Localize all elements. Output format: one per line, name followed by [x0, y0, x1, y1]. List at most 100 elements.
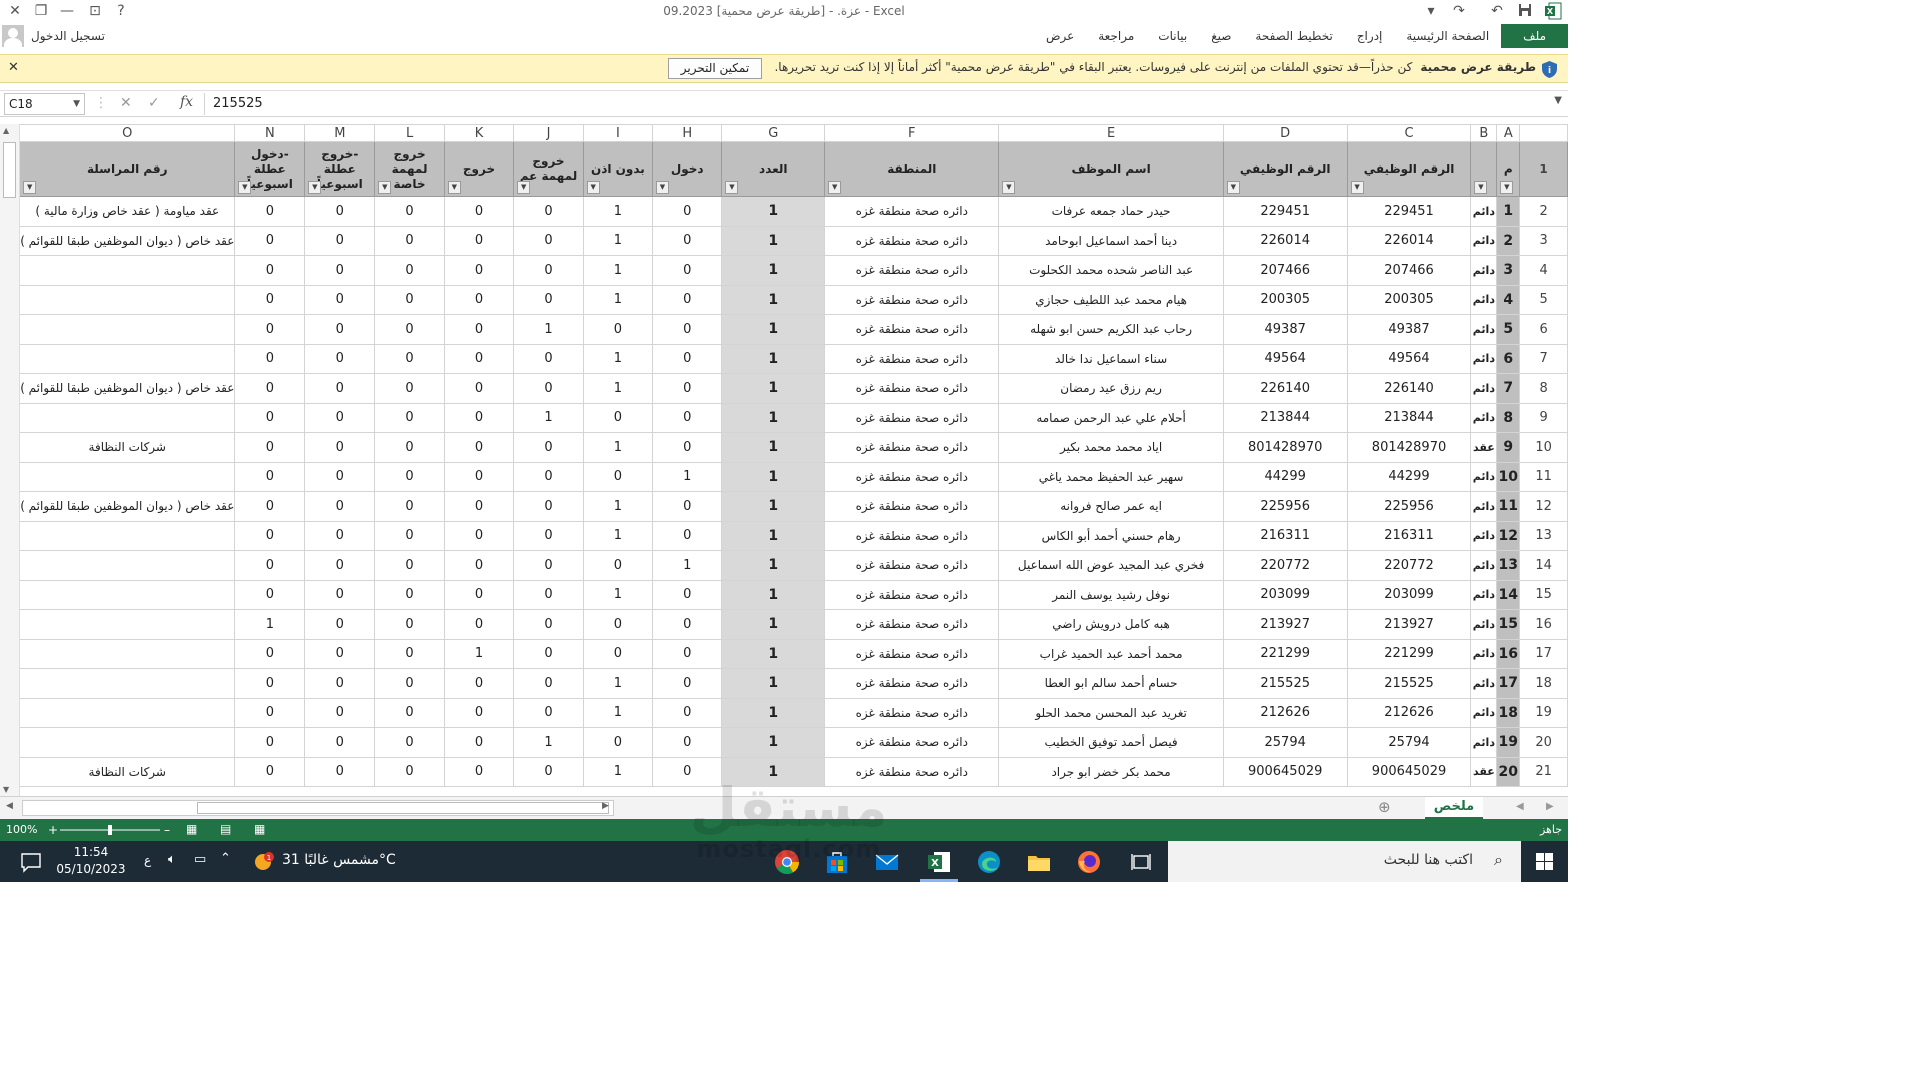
- filter-dropdown-icon[interactable]: ▼: [308, 181, 322, 194]
- cell-c[interactable]: 203099: [1346, 579, 1472, 610]
- row-number[interactable]: 20: [1519, 727, 1568, 758]
- filter-dropdown-icon[interactable]: ▼: [238, 181, 252, 194]
- cell-e[interactable]: حيدر حماد جمعه عرفات: [998, 196, 1224, 227]
- help-icon[interactable]: ?: [112, 3, 130, 19]
- cell-o[interactable]: [19, 284, 236, 315]
- row-number[interactable]: 4: [1519, 255, 1568, 286]
- cell-l[interactable]: 0: [374, 343, 445, 374]
- cell-e[interactable]: رهام حسني أحمد أبو الكاس: [998, 520, 1224, 551]
- cell-o[interactable]: عقد خاص ( ديوان الموظفين طبقا للقوائم ): [19, 225, 236, 256]
- cell-i[interactable]: 1: [582, 579, 654, 610]
- zoom-slider[interactable]: + –: [46, 823, 174, 837]
- cell-b[interactable]: عقد: [1470, 432, 1498, 463]
- cell-m[interactable]: 0: [304, 432, 376, 463]
- cell-o[interactable]: [19, 461, 236, 492]
- cell-g[interactable]: 1: [721, 756, 826, 787]
- row-number[interactable]: 9: [1519, 402, 1568, 433]
- row-number[interactable]: 14: [1519, 550, 1568, 581]
- cell-f[interactable]: دائره صحة منطقة غزه: [824, 402, 1000, 433]
- cell-i[interactable]: 0: [582, 609, 654, 640]
- cell-j[interactable]: 0: [513, 579, 584, 610]
- cell-d[interactable]: 213927: [1222, 609, 1348, 640]
- cell-l[interactable]: 0: [374, 609, 445, 640]
- cell-e[interactable]: فخري عبد المجيد عوض الله اسماعيل: [998, 550, 1224, 581]
- cell-b[interactable]: دائم: [1470, 697, 1498, 728]
- cell-a[interactable]: 10: [1496, 461, 1521, 492]
- cell-h[interactable]: 0: [651, 756, 723, 787]
- cell-h[interactable]: 0: [651, 196, 723, 227]
- cell-c[interactable]: 49564: [1346, 343, 1472, 374]
- cell-c[interactable]: 212626: [1346, 697, 1472, 728]
- header-cell-i[interactable]: بدون اذن ▼: [582, 141, 654, 197]
- cancel-icon[interactable]: ✕: [120, 95, 132, 111]
- cell-l[interactable]: 0: [374, 550, 445, 581]
- cell-g[interactable]: 1: [721, 255, 826, 286]
- tab-review[interactable]: مراجعة: [1086, 24, 1146, 48]
- file-explorer-icon[interactable]: [1026, 849, 1052, 875]
- scroll-down-icon[interactable]: ▼: [3, 785, 9, 794]
- cell-e[interactable]: عبد الناصر شحده محمد الكحلوت: [998, 255, 1224, 286]
- expand-formula-icon[interactable]: ▼: [1554, 95, 1562, 106]
- cell-g[interactable]: 1: [721, 727, 826, 758]
- cell-n[interactable]: 0: [234, 196, 306, 227]
- cell-b[interactable]: دائم: [1470, 225, 1498, 256]
- cell-d[interactable]: 212626: [1222, 697, 1348, 728]
- row-number[interactable]: 1: [1519, 141, 1568, 197]
- cell-l[interactable]: 0: [374, 196, 445, 227]
- cell-g[interactable]: 1: [721, 343, 826, 374]
- cell-m[interactable]: 0: [304, 284, 376, 315]
- cell-g[interactable]: 1: [721, 432, 826, 463]
- column-header-o[interactable]: O: [19, 124, 236, 142]
- column-header-a[interactable]: A: [1496, 124, 1521, 142]
- tab-data[interactable]: بيانات: [1146, 24, 1199, 48]
- cell-h[interactable]: 0: [651, 668, 723, 699]
- row-number[interactable]: 3: [1519, 225, 1568, 256]
- cell-k[interactable]: 0: [443, 314, 515, 345]
- cell-b[interactable]: دائم: [1470, 284, 1498, 315]
- cell-j[interactable]: 0: [513, 756, 584, 787]
- cell-g[interactable]: 1: [721, 609, 826, 640]
- page-break-view-icon[interactable]: ▦: [186, 822, 197, 836]
- cell-c[interactable]: 220772: [1346, 550, 1472, 581]
- cell-d[interactable]: 49564: [1222, 343, 1348, 374]
- cell-n[interactable]: 0: [234, 461, 306, 492]
- cell-d[interactable]: 216311: [1222, 520, 1348, 551]
- tab-page-layout[interactable]: تخطيط الصفحة: [1243, 24, 1344, 48]
- cell-j[interactable]: 0: [513, 668, 584, 699]
- cell-c[interactable]: 49387: [1346, 314, 1472, 345]
- cell-o[interactable]: [19, 638, 236, 669]
- cell-b[interactable]: دائم: [1470, 638, 1498, 669]
- header-cell-n[interactable]: -دخول عطلة اسبوعياً ▼: [234, 141, 306, 197]
- cell-k[interactable]: 0: [443, 668, 515, 699]
- cell-l[interactable]: 0: [374, 225, 445, 256]
- cell-n[interactable]: 0: [234, 756, 306, 787]
- cell-a[interactable]: 11: [1496, 491, 1521, 522]
- cell-i[interactable]: 0: [582, 314, 654, 345]
- scroll-thumb[interactable]: [3, 142, 16, 198]
- hscroll-thumb[interactable]: [197, 802, 609, 814]
- cell-d[interactable]: 801428970: [1222, 432, 1348, 463]
- next-sheet-icon[interactable]: ▶: [1546, 801, 1554, 812]
- cell-n[interactable]: 0: [234, 697, 306, 728]
- cell-b[interactable]: دائم: [1470, 314, 1498, 345]
- cell-h[interactable]: 0: [651, 727, 723, 758]
- cell-h[interactable]: 0: [651, 579, 723, 610]
- cell-h[interactable]: 0: [651, 697, 723, 728]
- column-header-g[interactable]: G: [721, 124, 826, 142]
- header-cell-j[interactable]: خروج لمهمة عم ▼: [513, 141, 584, 197]
- cell-n[interactable]: 0: [234, 373, 306, 404]
- redo-icon[interactable]: ↷: [1450, 3, 1468, 19]
- filter-dropdown-icon[interactable]: ▼: [586, 181, 600, 194]
- cell-k[interactable]: 1: [443, 638, 515, 669]
- cell-a[interactable]: 15: [1496, 609, 1521, 640]
- cell-d[interactable]: 226014: [1222, 225, 1348, 256]
- column-header-e[interactable]: E: [998, 124, 1224, 142]
- cell-k[interactable]: 0: [443, 520, 515, 551]
- cell-b[interactable]: دائم: [1470, 491, 1498, 522]
- cell-n[interactable]: 0: [234, 343, 306, 374]
- cell-g[interactable]: 1: [721, 314, 826, 345]
- cell-k[interactable]: 0: [443, 196, 515, 227]
- cell-h[interactable]: 0: [651, 314, 723, 345]
- row-number[interactable]: 6: [1519, 314, 1568, 345]
- cell-f[interactable]: دائره صحة منطقة غزه: [824, 727, 1000, 758]
